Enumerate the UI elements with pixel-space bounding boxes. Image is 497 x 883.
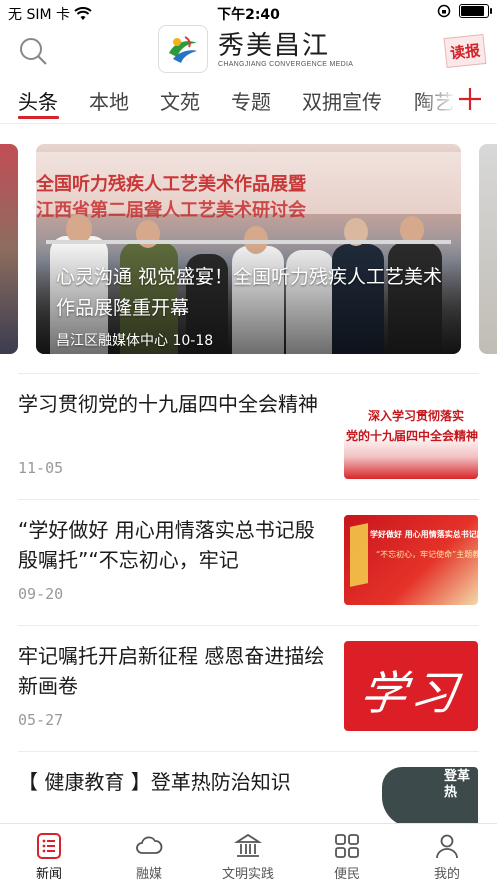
nav-civilization-practice-label: 文明实践 — [221, 867, 274, 882]
news-date: 11-05 — [18, 459, 64, 477]
status-right — [437, 4, 492, 18]
tab-headline[interactable]: 头条 — [18, 86, 58, 115]
news-list-item[interactable]: 学习贯彻党的十九届四中全会精神 11-05 深入学习贯彻落实 党的十九届四中全会… — [0, 373, 497, 499]
news-list-icon — [37, 833, 61, 859]
person-icon — [436, 834, 458, 859]
news-date: 09-20 — [18, 585, 64, 603]
news-title: 牢记嘱托开启新征程 感恩奋进描绘新画卷 — [18, 644, 325, 698]
logo-subtitle: CHANGJIANG CONVERGENCE MEDIA — [218, 60, 354, 68]
news-thumbnail-text: “不忘初心，牢记使命”主题教育学校 — [376, 550, 478, 559]
headline-carousel[interactable]: 全国听力残疾人工艺美术作品展暨 江西省第二届聋人工艺美术研讨会 心灵沟通 视觉盛… — [0, 140, 497, 358]
carousel-slide-meta: 昌江区融媒体中心 10-18 — [56, 330, 213, 350]
search-icon[interactable] — [18, 36, 48, 66]
news-title: 学习贯彻党的十九届四中全会精神 — [18, 392, 318, 416]
newspaper-reader-button[interactable]: 读报 — [443, 33, 487, 69]
carousel-slide-title: 心灵沟通 视觉盛宴！全国听力残疾人工艺美术作品展隆重开幕 — [56, 266, 443, 319]
tab-literature[interactable]: 文苑 — [160, 86, 200, 115]
news-thumbnail: 学好做好 用心用情落实总书记殷殷嘱托 “不忘初心，牢记使命”主题教育学校 — [344, 515, 478, 605]
plus-icon[interactable] — [457, 86, 483, 112]
nav-profile[interactable]: 我的 — [412, 832, 482, 882]
news-list-item[interactable]: “学好做好 用心用情落实总书记殷殷嘱托”“不忘初心，牢记 09-20 学好做好 … — [0, 499, 497, 625]
nav-profile-label: 我的 — [433, 867, 460, 882]
logo-title: 秀美昌江 — [218, 30, 331, 61]
cloud-icon — [136, 836, 163, 854]
news-list-item[interactable]: 牢记嘱托开启新征程 感恩奋进描绘新画卷 05-27 学习 — [0, 625, 497, 751]
news-thumbnail-text: 党的十九届四中全会精神 — [346, 429, 478, 443]
carousel-slide-source: 昌江区融媒体中心 — [56, 333, 168, 349]
battery-fill — [461, 6, 485, 16]
news-thumbnail-text: 学好做好 用心用情落实总书记殷殷嘱托 — [370, 530, 478, 539]
tab-special[interactable]: 专题 — [231, 86, 271, 115]
news-thumbnail: 学习 — [344, 641, 478, 731]
logo-text: 秀美昌江 CHANGJIANG CONVERGENCE MEDIA — [218, 31, 353, 68]
news-thumbnail: 深入学习贯彻落实 党的十九届四中全会精神 — [344, 389, 478, 479]
nav-news-label: 新闻 — [35, 867, 62, 882]
nav-news[interactable]: 新闻 — [14, 832, 84, 882]
carousel-next-slide[interactable] — [479, 144, 497, 354]
news-title: 【 健康教育 】登革热防治知识 — [18, 770, 291, 794]
news-thumbnail-text: 深入学习贯彻落实 — [368, 409, 465, 423]
app-logo: 秀美昌江 CHANGJIANG CONVERGENCE MEDIA — [158, 25, 353, 73]
news-divider — [18, 625, 479, 626]
news-divider — [18, 499, 479, 500]
category-tabs: 头条 本地 文苑 专题 双拥宣传 陶艺 — [0, 80, 497, 124]
tab-fade — [417, 80, 457, 120]
nav-civilization-practice[interactable]: 文明实践 — [213, 832, 283, 882]
slide-banner-line1: 全国听力残疾人工艺美术作品展暨 — [36, 174, 306, 195]
slide-photo-banner: 全国听力残疾人工艺美术作品展暨 江西省第二届聋人工艺美术研讨会 — [36, 152, 461, 221]
tab-local[interactable]: 本地 — [89, 86, 129, 115]
carousel-prev-slide[interactable] — [0, 144, 18, 354]
slide-banner-line2: 江西省第二届聋人工艺美术研讨会 — [36, 200, 306, 221]
news-title: “学好做好 用心用情落实总书记殷殷嘱托”“不忘初心，牢记 — [18, 518, 315, 572]
bottom-tab-bar: 新闻 融媒 文明实践 便民 我的 — [0, 823, 497, 883]
news-divider — [18, 751, 479, 752]
tab-military-support[interactable]: 双拥宣传 — [302, 86, 382, 115]
nav-media[interactable]: 融媒 — [114, 832, 184, 882]
carousel-slide[interactable]: 全国听力残疾人工艺美术作品展暨 江西省第二届聋人工艺美术研讨会 心灵沟通 视觉盛… — [36, 144, 461, 354]
news-divider — [18, 373, 479, 374]
grid-icon — [335, 834, 359, 858]
tab-active-indicator — [18, 116, 59, 119]
news-thumbnail-text: 学习 — [356, 666, 465, 720]
newspaper-reader-label: 读报 — [449, 40, 481, 63]
battery-icon — [459, 4, 492, 18]
nav-services[interactable]: 便民 — [312, 832, 382, 882]
app-header: 秀美昌江 CHANGJIANG CONVERGENCE MEDIA 读报 — [0, 24, 497, 76]
nav-services-label: 便民 — [333, 867, 360, 882]
status-time: 下午2:40 — [217, 7, 280, 23]
flag-graphic — [350, 523, 368, 587]
news-thumbnail-text: 登革热 — [444, 769, 471, 800]
news-date: 05-27 — [18, 711, 64, 729]
logo-emblem-icon — [158, 25, 208, 73]
nav-media-label: 融媒 — [135, 867, 162, 882]
building-icon — [234, 833, 262, 857]
carousel-slide-date: 10-18 — [172, 333, 214, 349]
status-bar: 无 SIM 卡 下午2:40 — [0, 0, 497, 24]
orientation-lock-icon — [437, 4, 451, 18]
